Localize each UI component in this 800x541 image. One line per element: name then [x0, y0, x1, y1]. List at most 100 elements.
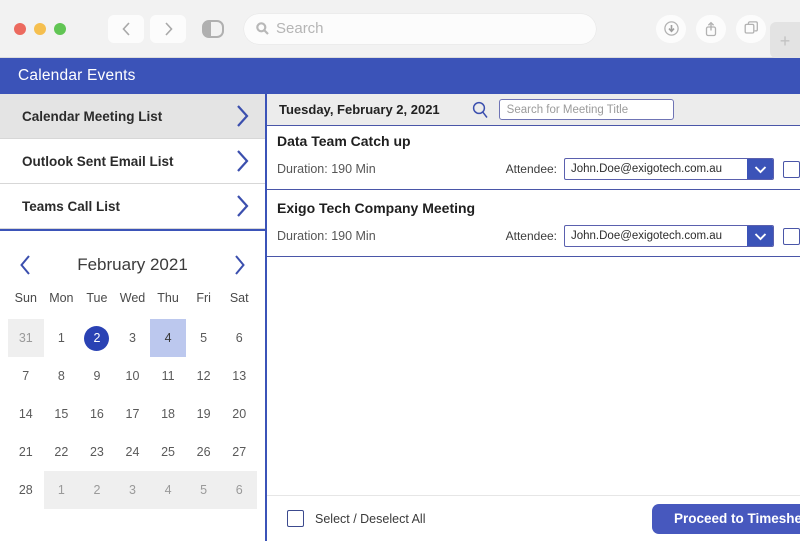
calendar-day-cell[interactable]: 2: [79, 471, 115, 509]
meeting-select-checkbox[interactable]: [783, 160, 800, 178]
meeting-details: Duration: 190 Min Attendee: John.Doe@exi…: [277, 158, 800, 180]
calendar-day-cell[interactable]: 7: [8, 357, 44, 395]
calendar-day-cell[interactable]: 23: [79, 433, 115, 471]
calendar-day-cell[interactable]: 11: [150, 357, 186, 395]
maximize-window-button[interactable]: [54, 22, 66, 35]
meeting-title: Data Team Catch up: [277, 133, 411, 149]
calendar-day-cell[interactable]: 24: [115, 433, 151, 471]
download-button[interactable]: [656, 14, 686, 43]
browser-address-bar[interactable]: Search: [244, 13, 596, 44]
calendar-day-cell[interactable]: 31: [8, 319, 44, 357]
calendar-day-label: 1: [57, 331, 65, 345]
forward-button[interactable]: [150, 14, 186, 43]
calendar-day-label: 27: [232, 445, 247, 459]
calendar-day-cell[interactable]: 1: [43, 471, 80, 509]
calendar-day-cell[interactable]: 10: [115, 357, 151, 395]
calendar-day-cell[interactable]: 20: [221, 395, 257, 433]
calendar-day-cell[interactable]: 21: [8, 433, 44, 471]
sidebar-item-label: Outlook Sent Email List: [22, 153, 174, 169]
calendar-day-label: 9: [93, 369, 101, 383]
search-icon: [256, 22, 269, 35]
sidebar-item-2[interactable]: Teams Call List: [0, 184, 265, 229]
calendar-day-cell[interactable]: 25: [150, 433, 186, 471]
meeting-title-search-input[interactable]: Search for Meeting Title: [498, 99, 674, 120]
calendar-day-label: 4: [164, 483, 172, 497]
calendar-day-cell[interactable]: 1: [44, 319, 80, 357]
minimize-window-button[interactable]: [34, 22, 46, 35]
back-button[interactable]: [108, 14, 144, 43]
calendar-day-cell[interactable]: 3: [115, 319, 151, 357]
calendar-day-label: 28: [18, 483, 33, 497]
meeting-row[interactable]: Data Team Catch up Duration: 190 Min Att…: [267, 125, 800, 190]
attendee-select[interactable]: John.Doe@exigotech.com.au: [564, 158, 774, 180]
calendar-day-cell[interactable]: 28: [8, 471, 44, 509]
calendar-day-cell[interactable]: 5: [185, 471, 222, 509]
calendar-day-cell[interactable]: 2: [79, 319, 115, 357]
sidebar-item-1[interactable]: Outlook Sent Email List: [0, 139, 265, 184]
calendar-day-label: 16: [89, 407, 104, 421]
calendar-day-label: 24: [125, 445, 140, 459]
calendar-day-cell[interactable]: 6: [221, 471, 257, 509]
calendar-day-cell[interactable]: 19: [186, 395, 222, 433]
select-all-checkbox[interactable]: [287, 510, 304, 527]
download-icon: [663, 21, 679, 36]
calendar-day-cell[interactable]: 14: [8, 395, 44, 433]
content-header: Tuesday, February 2, 2021 Search for Mee…: [267, 94, 800, 125]
tab-overview-icon: [744, 21, 758, 34]
calendar-grid: Sun Mon Tue Wed Thu Fri Sat 31 1 2 3 4 5 6 7 8 9 10 11 12 13…: [8, 291, 257, 509]
calendar-day-label: 18: [161, 407, 176, 421]
calendar-day-cell[interactable]: 15: [44, 395, 80, 433]
calendar-day-cell[interactable]: 12: [186, 357, 222, 395]
chevron-right-icon: [233, 192, 251, 220]
right-panel: Tuesday, February 2, 2021 Search for Mee…: [265, 94, 800, 541]
calendar-day-label: 19: [196, 407, 211, 421]
calendar-dow-0: Sun: [14, 291, 37, 305]
chevron-left-icon: [121, 21, 130, 36]
proceed-to-timesheet-button[interactable]: Proceed to Timesheet: [651, 503, 800, 534]
tab-overview-button[interactable]: [736, 14, 766, 43]
calendar-day-label: 8: [57, 369, 65, 383]
calendar-day-cell[interactable]: 4: [150, 319, 186, 357]
calendar-day-cell[interactable]: 5: [186, 319, 222, 357]
calendar-day-label: 17: [125, 407, 140, 421]
calendar-day-cell[interactable]: 18: [150, 395, 186, 433]
calendar-day-cell[interactable]: 3: [114, 471, 151, 509]
share-icon: [705, 21, 717, 36]
calendar-day-label: 12: [196, 369, 211, 383]
calendar-day-cell[interactable]: 17: [115, 395, 151, 433]
attendee-value: John.Doe@exigotech.com.au: [571, 163, 723, 175]
attendee-select[interactable]: John.Doe@exigotech.com.au: [564, 225, 774, 247]
sidebar-toggle-button[interactable]: [196, 15, 230, 43]
calendar-prev-month-button[interactable]: [18, 253, 34, 277]
calendar-next-month-button[interactable]: [231, 253, 247, 277]
calendar-day-label: 7: [22, 369, 30, 383]
sidebar-item-0[interactable]: Calendar Meeting List: [0, 94, 265, 139]
attendee-group: Attendee: John.Doe@exigotech.com.au: [506, 225, 800, 247]
calendar-day-label: 4: [164, 331, 172, 345]
calendar-dow-4: Thu: [157, 291, 179, 305]
calendar-header: February 2021: [8, 247, 257, 291]
calendar-day-cell[interactable]: 22: [44, 433, 80, 471]
calendar-day-cell[interactable]: 26: [186, 433, 222, 471]
close-window-button[interactable]: [14, 22, 26, 35]
calendar-widget: February 2021 Sun Mon Tue Wed Thu Fri Sat 31 1 2 3…: [0, 231, 265, 509]
new-tab-button[interactable]: +: [770, 22, 800, 58]
calendar-day-label: 10: [125, 369, 140, 383]
calendar-day-cell[interactable]: 4: [150, 471, 186, 509]
calendar-day-cell[interactable]: 27: [221, 433, 257, 471]
sidebar-nav-list: Calendar Meeting List Outlook Sent Email…: [0, 94, 265, 231]
sidebar-item-label: Teams Call List: [22, 198, 121, 214]
calendar-day-cell[interactable]: 8: [44, 357, 80, 395]
calendar-dow-1: Mon: [49, 291, 74, 305]
meeting-select-checkbox[interactable]: [783, 227, 800, 245]
meeting-row[interactable]: Exigo Tech Company Meeting Duration: 190…: [267, 193, 800, 257]
calendar-day-cell[interactable]: 6: [221, 319, 257, 357]
calendar-day-label: 3: [129, 483, 136, 497]
calendar-day-cell[interactable]: 16: [79, 395, 115, 433]
search-icon: [472, 101, 489, 119]
share-button[interactable]: [696, 14, 726, 43]
calendar-day-label: 26: [196, 445, 211, 459]
calendar-day-cell[interactable]: 9: [79, 357, 115, 395]
calendar-day-label: 21: [18, 445, 33, 459]
calendar-day-cell[interactable]: 13: [221, 357, 257, 395]
